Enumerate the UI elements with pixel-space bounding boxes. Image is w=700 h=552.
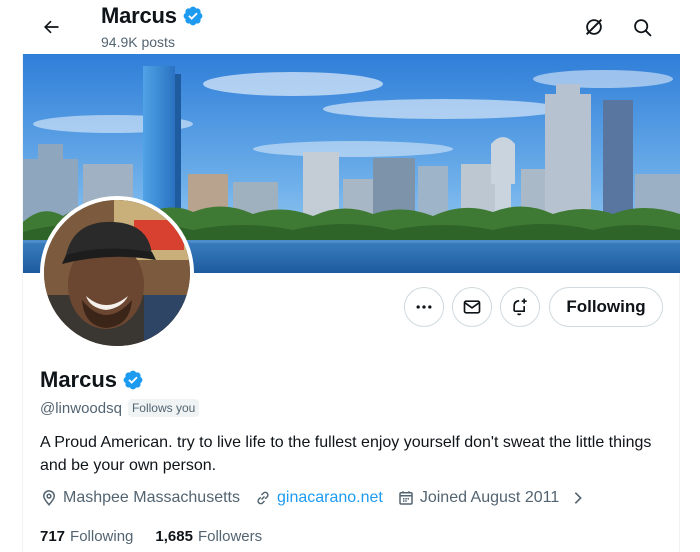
profile-name: Marcus [40, 367, 118, 392]
grok-button[interactable] [577, 10, 611, 44]
profile-website-link[interactable]: ginacarano.net [277, 489, 383, 507]
profile-bio: A Proud American. try to live life to th… [40, 434, 652, 474]
following-button[interactable]: Following [549, 287, 663, 327]
more-icon [416, 305, 432, 309]
calendar-icon [399, 491, 413, 505]
profile-joined: Joined August 2011 [419, 489, 560, 506]
profile-header: Marcus 94.9K posts [0, 0, 700, 54]
back-button[interactable] [34, 10, 68, 44]
header-name: Marcus [101, 3, 177, 28]
profile-meta: Mashpee Massachusetts ginacarano.net Joi… [40, 489, 600, 507]
chevron-right-icon [574, 492, 583, 504]
following-stat-link[interactable]: 717 Following [40, 528, 133, 545]
profile-location: Mashpee Massachusetts [63, 489, 240, 506]
search-button[interactable] [625, 10, 659, 44]
profile-handle: @linwoodsq [40, 399, 122, 417]
verified-badge-icon [183, 6, 203, 26]
bell-plus-icon [513, 298, 527, 316]
location-pin-icon [42, 490, 56, 506]
link-icon [257, 491, 269, 505]
search-icon [633, 18, 651, 36]
more-button[interactable] [404, 287, 444, 327]
profile-avatar[interactable] [40, 196, 194, 350]
following-label: Following [70, 528, 134, 545]
grok-icon [585, 18, 603, 36]
verified-badge-icon[interactable] [122, 369, 144, 391]
envelope-icon [463, 300, 481, 314]
message-button[interactable] [452, 287, 492, 327]
arrow-left-icon [44, 20, 59, 34]
follows-you-badge: Follows you [127, 399, 200, 417]
followers-count: 1,685 [155, 528, 193, 545]
followers-stat-link[interactable]: 1,685 Followers [155, 528, 262, 545]
followers-label: Followers [197, 528, 263, 545]
profile-stats: 717 Following 1,685 Followers [40, 528, 284, 545]
notify-button[interactable] [500, 287, 540, 327]
joined-details-button[interactable] [570, 490, 586, 506]
following-count: 717 [40, 528, 66, 545]
header-post-count: 94.9K posts [101, 34, 175, 50]
